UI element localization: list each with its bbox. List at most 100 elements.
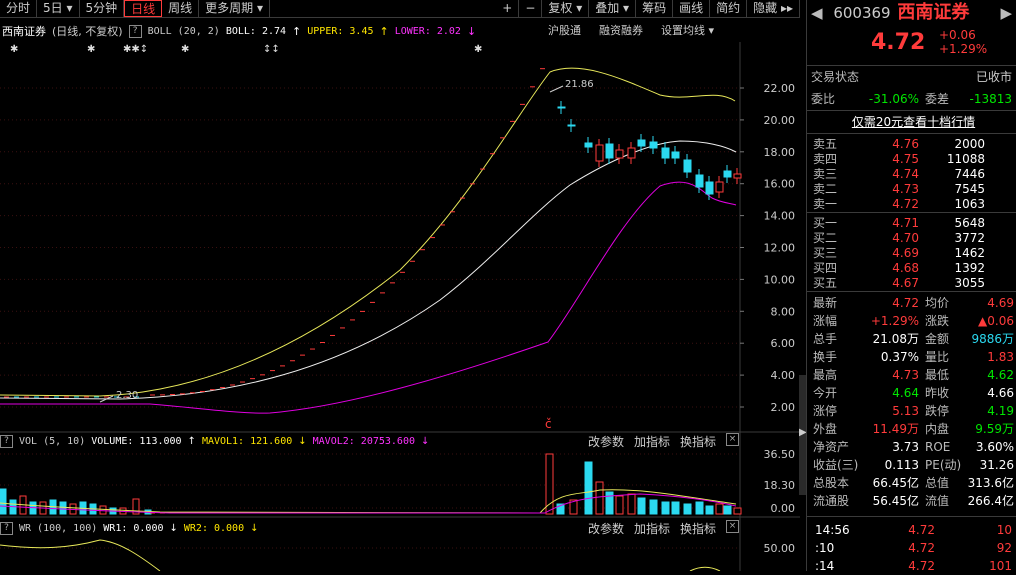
stat-row: 流通股 56.45亿 流值 266.4亿 <box>811 492 1016 510</box>
stat-label: 今开 <box>813 386 838 400</box>
stat-value: 4.64 <box>892 386 919 400</box>
vol-switch-indicator-button[interactable]: 换指标 <box>680 433 716 450</box>
wr-add-indicator-button[interactable]: 加指标 <box>634 520 670 537</box>
event-star-icon[interactable]: ↕↕ <box>263 44 280 55</box>
candle <box>695 174 704 188</box>
tick-price: 4.72 <box>908 559 935 573</box>
tick-row: :14 4.72 101 <box>811 557 1016 575</box>
ask-price: 4.72 <box>892 197 919 211</box>
tick-volume: 92 <box>996 541 1012 555</box>
arrow-down-icon: ↓ <box>169 522 178 534</box>
low-marker: 2.30 <box>116 390 138 401</box>
volume-bar <box>99 505 107 515</box>
event-marker[interactable]: č <box>545 417 552 431</box>
stat-value: 11.49万 <box>872 422 919 436</box>
close-icon[interactable]: × <box>726 433 740 446</box>
price-change-pct: +1.29% <box>939 42 988 56</box>
stat-row: 今开 4.64 昨收 4.66 <box>811 384 1016 402</box>
stat-value: +1.29% <box>870 314 919 328</box>
candle <box>649 141 658 149</box>
candle <box>671 151 680 159</box>
arrow-up-icon: ↑ <box>187 435 196 447</box>
stat-label: 总值 <box>925 476 950 490</box>
tick-time: :14 <box>815 559 835 573</box>
volume-bar <box>723 505 732 515</box>
high-marker: 21.86 <box>565 79 594 90</box>
vol-buttons: 改参数 加指标 换指标 × <box>588 433 740 450</box>
stat-value: ▲0.06 <box>978 314 1014 328</box>
stat-row: 换手 0.37% 量比 1.83 <box>811 348 1016 366</box>
diff-label: 委差 <box>925 92 950 106</box>
help-icon[interactable]: ? <box>0 521 13 535</box>
stat-label: 均价 <box>925 296 950 310</box>
wr-switch-indicator-button[interactable]: 换指标 <box>680 520 716 537</box>
stat-label: 流通股 <box>813 494 850 508</box>
event-star-icon[interactable]: ✱ <box>474 44 482 55</box>
next-stock-icon[interactable]: ▶ <box>1000 2 1012 24</box>
wr1-line <box>0 539 161 571</box>
event-star-icon[interactable]: ✱ <box>10 44 18 55</box>
stat-label: 收益(三) <box>813 458 859 472</box>
vol-header: ? VOL (5, 10) VOLUME: 113.000 ↑ MAVOL1: 1… <box>0 434 429 448</box>
stat-value: 5.13 <box>892 404 919 418</box>
stat-value: 4.69 <box>987 296 1014 310</box>
vol-mavol1: MAVOL1: 121.600 <box>201 435 293 447</box>
vol-axis-label: 0.00 <box>771 502 796 515</box>
vol-axis-label: 18.30 <box>764 479 796 492</box>
level2-promo-link[interactable]: 仅需20元查看十档行情 <box>811 113 1016 131</box>
wr-buttons: 改参数 加指标 换指标 × <box>588 520 740 537</box>
event-star-icon[interactable]: ✱ <box>181 44 189 55</box>
vol-add-indicator-button[interactable]: 加指标 <box>634 433 670 450</box>
stat-label: 量比 <box>925 350 950 364</box>
status-value: 已收市 <box>975 70 1012 84</box>
volume-bar <box>733 507 742 515</box>
volume-bar <box>615 495 624 515</box>
arrow-down-icon: ↓ <box>421 435 430 447</box>
price-axis-label: 6.00 <box>771 337 796 350</box>
stat-label: ROE <box>925 440 951 454</box>
panel-collapse-handle[interactable]: ▶ <box>799 375 807 495</box>
wr-axis-label: 50.00 <box>764 542 796 555</box>
stat-label: 净资产 <box>813 440 850 454</box>
ratio-value: -31.06% <box>868 92 919 106</box>
marker-arrow <box>549 85 564 93</box>
help-icon[interactable]: ? <box>0 434 13 448</box>
event-star-icon[interactable]: ✱✱↕ <box>123 44 148 55</box>
stat-row: 最高 4.73 最低 4.62 <box>811 366 1016 384</box>
event-star-icon[interactable]: ✱ <box>87 44 95 55</box>
quote-panel: ◀ 600369 西南证券 ▶ 4.72 +0.06 +1.29% 交易状态 已收… <box>806 0 1016 573</box>
volume-bar <box>627 493 636 515</box>
vol-edit-params-button[interactable]: 改参数 <box>588 433 624 450</box>
volume-bar <box>671 501 680 515</box>
stat-row: 收益(三) 0.113 PE(动) 31.26 <box>811 456 1016 474</box>
bid-price: 4.67 <box>892 276 919 290</box>
stat-value: 31.26 <box>979 458 1014 472</box>
boll-mid-line <box>0 140 737 400</box>
candle <box>595 144 604 162</box>
candle <box>705 181 714 195</box>
price-axis-label: 8.00 <box>771 305 796 318</box>
tick-time: :10 <box>815 541 835 555</box>
wr-name[interactable]: WR (100, 100) <box>19 523 97 534</box>
prev-stock-icon[interactable]: ◀ <box>811 4 823 22</box>
price-axis-label: 12.00 <box>764 242 796 255</box>
stat-label: 总股本 <box>813 476 850 490</box>
ask-label: 卖一 <box>813 197 838 211</box>
stock-title: 西南证券 <box>897 2 970 23</box>
stat-value: 0.37% <box>880 350 919 364</box>
vol-name[interactable]: VOL (5, 10) <box>19 436 85 447</box>
stat-label: 外盘 <box>813 422 838 436</box>
stat-value: 9.59万 <box>975 422 1014 436</box>
bid-volume: 3055 <box>954 276 985 290</box>
quote-title: ◀ 600369 西南证券 ▶ <box>811 2 1016 24</box>
close-icon[interactable]: × <box>726 520 740 533</box>
arrow-down-icon: ↓ <box>250 522 259 534</box>
stat-value: 3.60% <box>975 440 1014 454</box>
tick-price: 4.72 <box>908 541 935 555</box>
wr-edit-params-button[interactable]: 改参数 <box>588 520 624 537</box>
candle <box>567 124 576 127</box>
candle <box>557 106 566 109</box>
tick-price: 4.72 <box>908 523 935 537</box>
stat-value: 4.19 <box>987 404 1014 418</box>
stat-row: 总手 21.08万 金额 9886万 <box>811 330 1016 348</box>
